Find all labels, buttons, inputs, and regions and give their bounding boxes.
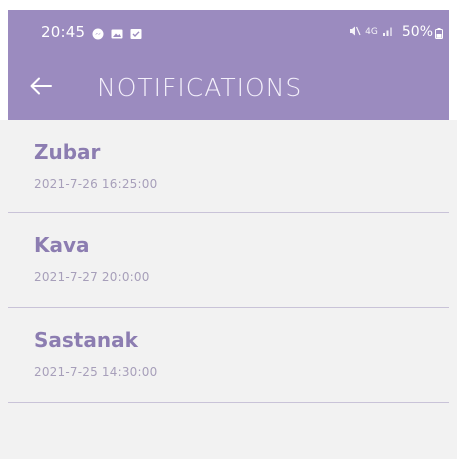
back-button[interactable] (26, 74, 56, 102)
notification-datetime: 2021-7-25 14:30:00 (34, 365, 158, 379)
notification-title: Zubar (34, 140, 101, 164)
battery-icon (435, 27, 443, 39)
app-header: 20:45 4G 50% NOTIFICATIONS (8, 10, 449, 120)
check-message-icon (130, 26, 142, 39)
arrow-left-icon (30, 77, 52, 99)
gallery-icon (111, 26, 123, 39)
mute-icon (349, 25, 361, 40)
notification-list: Zubar 2021-7-26 16:25:00 Kava 2021-7-27 … (8, 120, 449, 403)
messenger-icon (92, 26, 104, 40)
page-title: NOTIFICATIONS (97, 73, 303, 102)
notification-title: Kava (34, 233, 90, 257)
notification-item[interactable]: Kava 2021-7-27 20:0:00 (8, 213, 449, 308)
status-right: 4G 50% (349, 10, 443, 54)
top-gutter (0, 0, 457, 10)
notification-item[interactable]: Zubar 2021-7-26 16:25:00 (8, 120, 449, 213)
status-bar: 20:45 4G 50% (8, 10, 449, 54)
status-left: 20:45 (41, 23, 142, 41)
right-gutter (449, 0, 457, 120)
notification-datetime: 2021-7-27 20:0:00 (34, 270, 150, 284)
signal-icon (382, 25, 394, 40)
network-type: 4G (365, 27, 378, 37)
status-time: 20:45 (41, 23, 86, 41)
left-gutter (0, 0, 8, 120)
notifications-screen: 20:45 4G 50% NOTIFICATIONS Zubar 2021-7-… (0, 0, 457, 459)
notification-datetime: 2021-7-26 16:25:00 (34, 177, 158, 191)
notification-item[interactable]: Sastanak 2021-7-25 14:30:00 (8, 308, 449, 403)
toolbar: NOTIFICATIONS (8, 60, 449, 116)
notification-title: Sastanak (34, 328, 138, 352)
battery-percent: 50% (401, 24, 433, 40)
